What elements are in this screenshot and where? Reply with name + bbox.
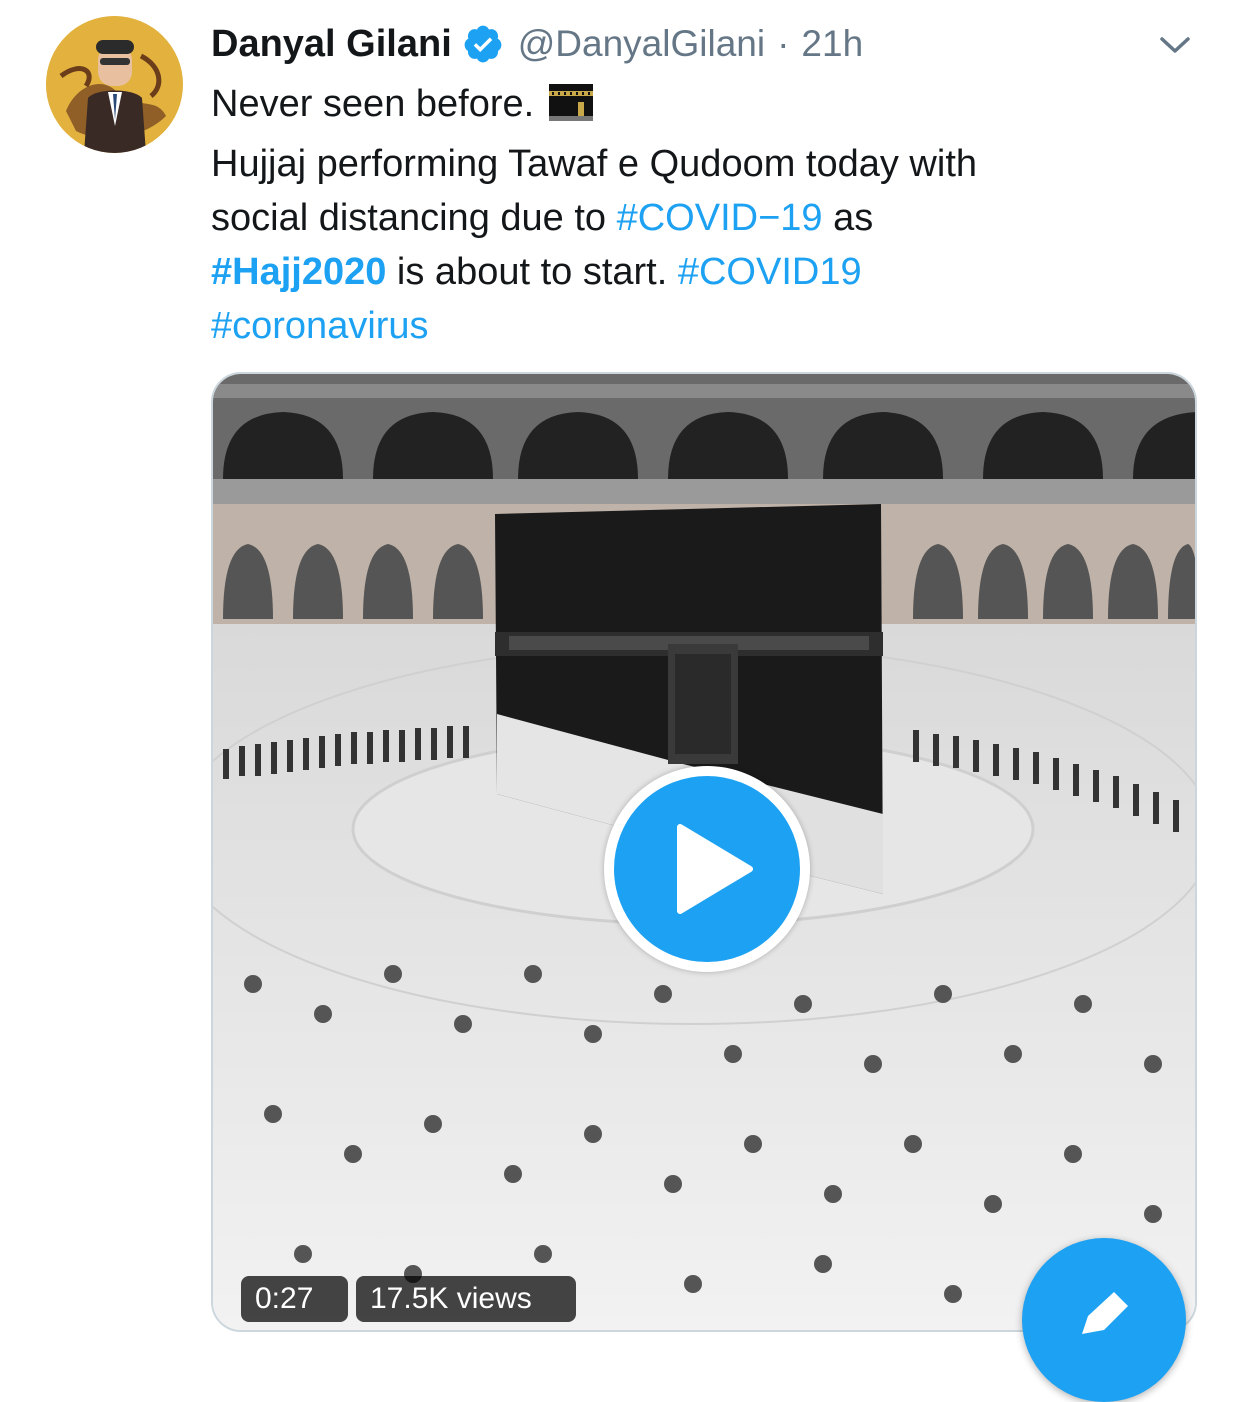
video-player[interactable]: 0:27 17.5K views xyxy=(211,372,1197,1332)
kaaba-emoji xyxy=(548,80,594,137)
hashtag-link[interactable]: #COVID19 xyxy=(678,251,862,293)
text-line: social distancing due to #COVID−19 as xyxy=(211,191,1201,245)
video-views: 17.5K views xyxy=(356,1276,576,1322)
text-line: #coronavirus xyxy=(211,299,1201,353)
compose-tweet-button[interactable] xyxy=(1022,1238,1186,1402)
compose-tweet-icon xyxy=(1082,1292,1128,1334)
text-segment: social distancing due to xyxy=(211,197,617,239)
text-segment: is about to start. xyxy=(386,251,678,293)
avatar[interactable] xyxy=(46,16,183,153)
text-segment: Hujjaj performing Tawaf e Qudoom today w… xyxy=(211,143,978,185)
author-handle[interactable]: @DanyalGilani xyxy=(518,23,765,65)
text-line: Never seen before. xyxy=(211,77,1201,137)
timestamp[interactable]: 21h xyxy=(801,23,863,65)
author-name[interactable]: Danyal Gilani xyxy=(211,23,452,66)
tweet-header: Danyal Gilani @DanyalGilani · 21h xyxy=(211,14,863,74)
text-segment: as xyxy=(822,197,874,239)
hashtag-link[interactable]: #Hajj2020 xyxy=(211,251,386,293)
verified-badge-icon xyxy=(464,25,502,63)
chevron-down-icon[interactable] xyxy=(1156,26,1194,64)
hashtag-link[interactable]: #COVID−19 xyxy=(617,197,823,239)
tweet-text: Never seen before. Hujjaj performing Taw… xyxy=(211,77,1201,353)
play-icon xyxy=(677,824,753,914)
play-button[interactable] xyxy=(604,766,810,972)
video-duration: 0:27 xyxy=(241,1276,348,1322)
hashtag-link[interactable]: #coronavirus xyxy=(211,305,429,347)
separator: · xyxy=(777,23,790,64)
text-segment: Never seen before. xyxy=(211,83,535,125)
text-line: Hujjaj performing Tawaf e Qudoom today w… xyxy=(211,137,1201,191)
text-line: #Hajj2020 is about to start. #COVID19 xyxy=(211,245,1201,299)
